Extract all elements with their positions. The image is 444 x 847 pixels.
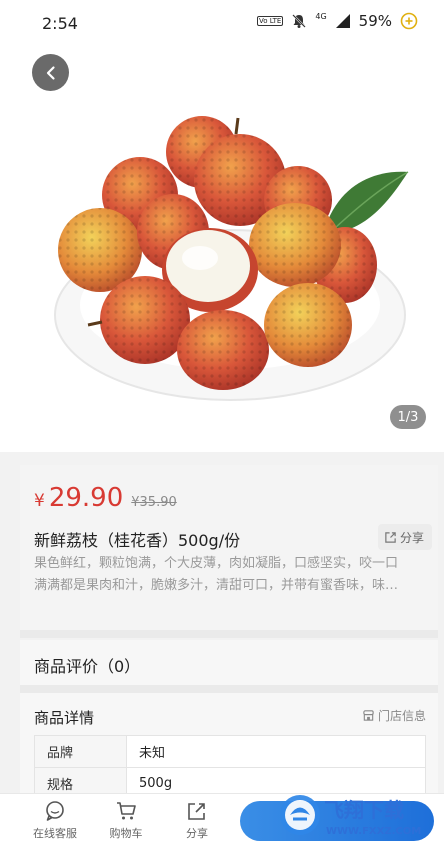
nav-label: 在线客服 xyxy=(33,827,77,840)
spec-key: 品牌 xyxy=(34,735,127,768)
status-icons: Vo LTE 4G 59% xyxy=(256,12,418,30)
description-line: 满满都是果肉和汁，脆嫩多汁，清甜可口，并带有蜜香味，味… xyxy=(34,578,399,593)
store-info-label: 门店信息 xyxy=(377,709,426,723)
current-price: 29.90 xyxy=(48,483,124,513)
price-row: ¥ 29.90 ¥35.90 xyxy=(34,483,177,513)
chat-icon xyxy=(46,801,64,821)
product-info-card: ¥ 29.90 ¥35.90 新鲜荔枝（桂花香）500g/份 分享 果色鲜红，颗… xyxy=(20,465,438,630)
nav-label: 购物车 xyxy=(109,827,143,840)
watermark-logo: 飞翔下载 WWW.FXXZ.COM xyxy=(280,795,421,837)
customer-service-button[interactable]: 在线客服 xyxy=(25,800,85,841)
table-row: 品牌 未知 xyxy=(34,735,426,768)
share-icon xyxy=(385,531,396,543)
currency-symbol: ¥ xyxy=(34,491,45,511)
gallery-page-indicator: 1/3 xyxy=(390,405,426,429)
reviews-title: 商品评价（0） xyxy=(34,657,141,676)
status-time: 2:54 xyxy=(42,14,78,33)
svg-text:WWW.FXXZ.COM: WWW.FXXZ.COM xyxy=(326,826,421,837)
share-icon xyxy=(188,803,205,820)
description-line: 果色鲜红，颗粒饱满，个大皮薄，肉如凝脂，口感坚实，咬一口 xyxy=(34,556,399,571)
chevron-left-icon xyxy=(46,65,55,80)
product-title: 新鲜荔枝（桂花香）500g/份 xyxy=(34,531,241,550)
nav-label: 分享 xyxy=(186,827,208,840)
details-section: 商品详情 门店信息 品牌 未知 规格 500g xyxy=(20,693,438,803)
network-type: 4G xyxy=(315,12,327,21)
share-label: 分享 xyxy=(400,530,425,545)
details-title: 商品详情 xyxy=(34,709,95,727)
cart-icon xyxy=(117,802,136,820)
product-detail-page: 2:54 Vo LTE 4G 59% 1/3 ¥ 29.90 ¥35.90 新鲜… xyxy=(0,0,444,847)
share-nav-button[interactable]: 分享 xyxy=(167,800,227,841)
mute-bell-icon xyxy=(292,14,307,28)
section-divider xyxy=(20,685,438,693)
spec-value: 未知 xyxy=(126,735,426,768)
product-description: 果色鲜红，颗粒饱满，个大皮薄，肉如凝脂，口感坚实，咬一口 满满都是果肉和汁，脆嫩… xyxy=(34,553,424,597)
original-price: ¥35.90 xyxy=(131,495,177,510)
battery-saver-icon xyxy=(400,12,418,30)
product-image xyxy=(54,116,409,401)
share-button[interactable]: 分享 xyxy=(378,524,433,550)
store-info-link[interactable]: 门店信息 xyxy=(362,707,426,724)
product-gallery[interactable]: 2:54 Vo LTE 4G 59% 1/3 xyxy=(0,0,444,452)
cart-button[interactable]: 购物车 xyxy=(96,800,156,841)
signal-icon xyxy=(335,14,350,28)
reviews-section[interactable]: 商品评价（0） xyxy=(20,640,438,685)
status-bar: 2:54 Vo LTE 4G 59% xyxy=(0,0,444,50)
svg-text:飞翔下载: 飞翔下载 xyxy=(324,798,404,822)
battery-percent: 59% xyxy=(358,12,392,30)
store-icon xyxy=(363,710,374,721)
volte-icon: Vo LTE xyxy=(256,16,284,26)
section-divider xyxy=(20,630,438,638)
back-button[interactable] xyxy=(32,54,69,91)
